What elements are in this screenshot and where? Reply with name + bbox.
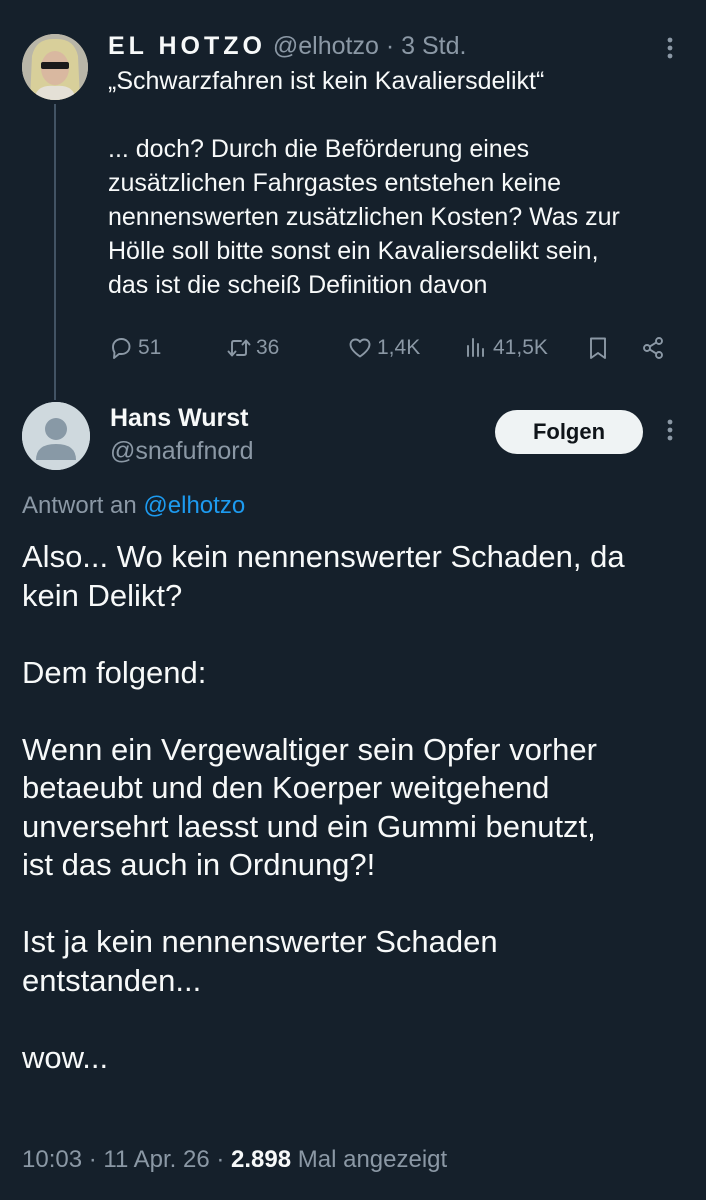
reply-context: Antwort an @elhotzo xyxy=(22,490,245,522)
bookmark-button[interactable] xyxy=(585,332,611,364)
avatar[interactable] xyxy=(22,402,90,470)
tweet-line: Wenn ein Vergewaltiger sein Opfer vorher xyxy=(22,731,597,767)
author-handle[interactable]: @snafufnord xyxy=(110,435,254,467)
tweet-line: ist das auch in Ordnung?! xyxy=(22,847,376,882)
tweet1-text: „Schwarzfahren ist kein Kavaliersdelikt“… xyxy=(108,64,698,302)
views-button[interactable]: 41,5K xyxy=(463,332,548,364)
tweet-line: nennenswerten zusätzlichen Kosten? Was z… xyxy=(108,203,620,231)
retweet-button[interactable]: 36 xyxy=(226,332,279,364)
tweet-line: „Schwarzfahren ist kein Kavaliersdelikt“ xyxy=(108,67,545,95)
tweet-line: Hölle soll bitte sonst ein Kavaliersdeli… xyxy=(108,237,599,265)
reply-button[interactable]: 51 xyxy=(108,332,161,364)
author-name[interactable]: EL HOTZO xyxy=(108,32,266,60)
more-icon xyxy=(667,419,673,441)
tweet-time[interactable]: 10:03 xyxy=(22,1146,82,1173)
share-button[interactable] xyxy=(640,332,666,364)
tweet-line: unversehrt laesst und ein Gummi benutzt, xyxy=(22,808,596,844)
views-icon xyxy=(467,338,484,357)
reply-icon xyxy=(112,338,131,359)
tweet1-header: EL HOTZO @elhotzo · 3 Std. xyxy=(108,30,466,62)
tweet-line: kein Delikt? xyxy=(22,577,183,613)
tweet-line: ... doch? Durch die Beförderung eines xyxy=(108,135,530,163)
tweet-line: entstanden... xyxy=(22,962,202,998)
author-name[interactable]: Hans Wurst xyxy=(110,402,248,434)
separator: · xyxy=(378,32,402,60)
tweet-date[interactable]: 11 Apr. 26 xyxy=(103,1146,209,1173)
retweet-icon xyxy=(227,339,251,357)
tweet-line: Ist ja kein nennenswerter Schaden xyxy=(22,924,498,959)
avatar-image xyxy=(22,34,88,100)
like-icon xyxy=(349,338,371,358)
reply-count: 51 xyxy=(138,336,162,359)
more-options-button[interactable] xyxy=(656,32,684,64)
tweet2-text: Also... Wo kein nennenswerter Schaden, d… xyxy=(22,538,702,1077)
reply-handle-link[interactable]: @elhotzo xyxy=(143,492,245,519)
view-label: Mal angezeigt xyxy=(291,1146,448,1173)
thread-line xyxy=(54,104,56,400)
tweet-meta-footer: 10:03 · 11 Apr. 26 · 2.898 Mal angezeigt xyxy=(22,1144,447,1176)
default-avatar-icon xyxy=(22,402,90,470)
more-icon xyxy=(667,37,673,59)
tweet-line: betaeubt und den Koerper weitgehend xyxy=(22,770,550,805)
like-count: 1,4K xyxy=(377,336,421,359)
like-button[interactable]: 1,4K xyxy=(347,332,420,364)
tweet-line: wow... xyxy=(22,1039,109,1075)
view-count: 2.898 xyxy=(231,1146,292,1173)
tweet-line: zusätzlichen Fahrgastes entstehen keine xyxy=(108,169,562,197)
timestamp[interactable]: 3 Std. xyxy=(401,32,466,60)
separator: · xyxy=(82,1146,104,1173)
tweet-line: Also... Wo kein nennenswerter Schaden, d… xyxy=(22,539,625,574)
reply-prefix: Antwort an xyxy=(22,492,144,519)
tweet-line: das ist die scheiß Definition davon xyxy=(108,271,488,299)
separator: · xyxy=(209,1146,232,1173)
avatar[interactable] xyxy=(22,34,88,100)
share-icon xyxy=(643,337,663,359)
bookmark-icon xyxy=(590,337,606,359)
author-handle[interactable]: @elhotzo xyxy=(273,32,379,60)
more-options-button[interactable] xyxy=(656,414,684,446)
tweet-line: Dem folgend: xyxy=(22,654,207,690)
follow-button[interactable]: Folgen xyxy=(495,410,643,454)
views-count: 41,5K xyxy=(493,336,548,359)
retweet-count: 36 xyxy=(256,336,280,359)
